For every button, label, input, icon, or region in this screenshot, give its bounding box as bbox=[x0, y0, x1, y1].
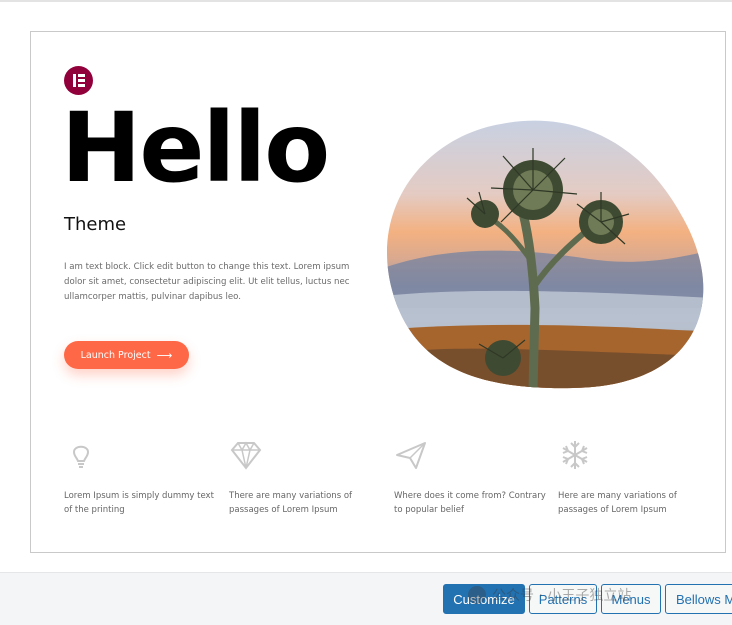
feature-item: Lorem Ipsum is simply dummy text of the … bbox=[64, 438, 216, 517]
hero-subtitle: Theme bbox=[64, 214, 127, 235]
feature-text: Lorem Ipsum is simply dummy text of the … bbox=[64, 491, 214, 515]
arrow-right-icon: ⟶ bbox=[156, 348, 173, 362]
hero-image bbox=[387, 120, 704, 389]
menus-button[interactable]: Menus bbox=[601, 584, 661, 614]
theme-actions-bar: Customize Patterns Menus Bellows M bbox=[0, 572, 732, 625]
bellows-menu-button[interactable]: Bellows M bbox=[665, 584, 732, 614]
top-divider bbox=[0, 0, 732, 2]
diamond-icon bbox=[230, 441, 262, 470]
feature-item: Where does it come from? Contrary to pop… bbox=[394, 438, 546, 517]
hero-body-text: I am text block. Click edit button to ch… bbox=[64, 262, 350, 302]
hero-title: Hello bbox=[61, 92, 330, 204]
feature-text: There are many variations of passages of… bbox=[229, 491, 353, 515]
launch-project-button[interactable]: Launch Project ⟶ bbox=[64, 341, 189, 369]
paper-plane-icon bbox=[396, 442, 426, 469]
feature-item: There are many variations of passages of… bbox=[229, 438, 381, 517]
snowflake-icon bbox=[562, 441, 588, 469]
feature-item: Here are many variations of passages of … bbox=[558, 438, 710, 517]
theme-preview-card: Hello Theme I am text block. Click edit … bbox=[30, 31, 726, 553]
elementor-logo-icon bbox=[64, 66, 93, 95]
patterns-button[interactable]: Patterns bbox=[529, 584, 597, 614]
customize-button[interactable]: Customize bbox=[443, 584, 525, 614]
feature-text: Here are many variations of passages of … bbox=[558, 491, 677, 515]
launch-project-label: Launch Project bbox=[80, 349, 151, 361]
feature-text: Where does it come from? Contrary to pop… bbox=[394, 491, 546, 515]
lightbulb-icon bbox=[72, 445, 90, 468]
